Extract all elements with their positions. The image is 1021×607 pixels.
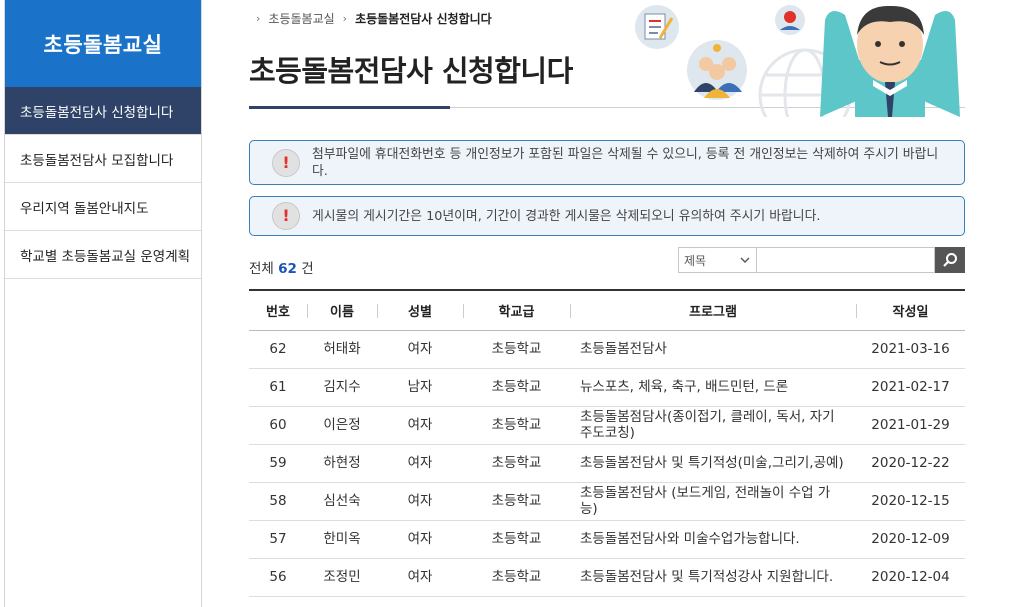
- search-input[interactable]: [757, 247, 935, 273]
- row-gender: 여자: [377, 520, 463, 559]
- notice-privacy: 첨부파일에 휴대전화번호 등 개인정보가 포함된 파일은 삭제될 수 있으니, …: [249, 140, 965, 185]
- row-school-level: 초등학교: [463, 330, 570, 369]
- total-number: 62: [278, 261, 297, 277]
- total-suffix: 건: [301, 261, 314, 277]
- document-icon: [635, 5, 679, 49]
- man-illustration: [820, 5, 960, 117]
- row-name: 조정민: [307, 558, 377, 597]
- row-program-link[interactable]: 초등돌봄전담사와 미술수업가능합니다.: [570, 520, 856, 559]
- row-name: 심선숙: [307, 482, 377, 521]
- row-gender: 남자: [377, 368, 463, 407]
- search-icon: [943, 253, 957, 267]
- table-row[interactable]: 62 허태화 여자 초등학교 초등돌봄전담사 2021-03-16: [249, 330, 965, 369]
- breadcrumb-separator-icon: ›: [342, 12, 348, 25]
- row-date: 2021-02-17: [856, 368, 965, 407]
- row-date: 2021-01-29: [856, 406, 965, 445]
- row-school-level: 초등학교: [463, 520, 570, 559]
- row-school-level: 초등학교: [463, 444, 570, 483]
- row-program-link[interactable]: 초등돌봄전담사 및 특기적성강사 지원합니다.: [570, 558, 856, 597]
- warning-icon: [272, 202, 300, 230]
- row-number: 62: [249, 330, 307, 369]
- search-button[interactable]: [935, 247, 965, 273]
- row-number: 59: [249, 444, 307, 483]
- row-number: 56: [249, 558, 307, 597]
- row-number: 58: [249, 482, 307, 521]
- person-icon: [775, 5, 805, 35]
- row-school-level: 초등학교: [463, 406, 570, 445]
- row-date: 2020-12-15: [856, 482, 965, 521]
- table-header-row: 번호 이름 성별 학교급 프로그램 작성일: [249, 289, 965, 331]
- row-school-level: 초등학교: [463, 482, 570, 521]
- breadcrumb: › 초등돌봄교실 › 초등돌봄전담사 신청합니다: [256, 10, 492, 27]
- total-prefix: 전체: [249, 261, 274, 277]
- column-header-number: 번호: [249, 289, 307, 331]
- warning-icon: [272, 148, 300, 177]
- table-row[interactable]: 61 김지수 남자 초등학교 뉴스포츠, 체육, 축구, 배드민턴, 드론 20…: [249, 368, 965, 407]
- row-number: 57: [249, 520, 307, 559]
- team-icon: [687, 40, 747, 100]
- total-count: 전체 62 건: [249, 257, 314, 277]
- row-number: 61: [249, 368, 307, 407]
- table-row[interactable]: 60 이은정 여자 초등학교 초등돌봄점담사(종이접기, 클레이, 독서, 자기…: [249, 406, 965, 445]
- notice-retention: 게시물의 게시기간은 10년이며, 기간이 경과한 게시물은 삭제되오니 유의하…: [249, 196, 965, 236]
- sidebar-title: 초등돌봄교실: [5, 0, 201, 87]
- row-program-link[interactable]: 초등돌봄전담사: [570, 330, 856, 369]
- row-date: 2020-12-22: [856, 444, 965, 483]
- row-date: 2021-03-16: [856, 330, 965, 369]
- row-name: 이은정: [307, 406, 377, 445]
- row-school-level: 초등학교: [463, 368, 570, 407]
- notice-text: 게시물의 게시기간은 10년이며, 기간이 경과한 게시물은 삭제되오니 유의하…: [312, 208, 821, 224]
- breadcrumb-separator-icon: ›: [256, 12, 261, 25]
- row-gender: 여자: [377, 558, 463, 597]
- row-name: 허태화: [307, 330, 377, 369]
- row-name: 한미옥: [307, 520, 377, 559]
- row-name: 김지수: [307, 368, 377, 407]
- search-field-value: 제목: [684, 253, 707, 268]
- row-date: 2020-12-09: [856, 520, 965, 559]
- row-gender: 여자: [377, 482, 463, 521]
- table-row[interactable]: 57 한미옥 여자 초등학교 초등돌봄전담사와 미술수업가능합니다. 2020-…: [249, 520, 965, 559]
- table-row[interactable]: 56 조정민 여자 초등학교 초등돌봄전담사 및 특기적성강사 지원합니다. 2…: [249, 558, 965, 597]
- row-program-link[interactable]: 초등돌봄전담사 (보드게임, 전래놀이 수업 가능): [570, 482, 856, 521]
- row-gender: 여자: [377, 330, 463, 369]
- column-header-date: 작성일: [856, 289, 965, 331]
- title-divider-accent: [249, 106, 450, 109]
- row-number: 60: [249, 406, 307, 445]
- row-program-link[interactable]: 초등돌봄전담사 및 특기적성(미술,그리기,공예): [570, 444, 856, 483]
- sidebar-item-apply[interactable]: 초등돌봄전담사 신청합니다: [5, 87, 201, 135]
- column-header-gender: 성별: [377, 289, 463, 331]
- breadcrumb-parent[interactable]: 초등돌봄교실: [268, 10, 334, 27]
- sidebar-item-recruit[interactable]: 초등돌봄전담사 모집합니다: [5, 135, 201, 183]
- sidebar-item-care-map[interactable]: 우리지역 돌봄안내지도: [5, 183, 201, 231]
- row-gender: 여자: [377, 406, 463, 445]
- row-program-link[interactable]: 뉴스포츠, 체육, 축구, 배드민턴, 드론: [570, 368, 856, 407]
- table-row[interactable]: 59 하현정 여자 초등학교 초등돌봄전담사 및 특기적성(미술,그리기,공예)…: [249, 444, 965, 483]
- row-date: 2020-12-04: [856, 558, 965, 597]
- header-illustration: [630, 0, 970, 117]
- column-header-program: 프로그램: [570, 289, 856, 331]
- row-name: 하현정: [307, 444, 377, 483]
- chevron-down-icon: [740, 257, 750, 263]
- sidebar-item-school-plans[interactable]: 학교별 초등돌봄교실 운영계획: [5, 231, 201, 279]
- sidebar: 초등돌봄교실 초등돌봄전담사 신청합니다 초등돌봄전담사 모집합니다 우리지역 …: [4, 0, 202, 607]
- page-title: 초등돌봄전담사 신청합니다: [249, 54, 573, 88]
- notice-text: 첨부파일에 휴대전화번호 등 개인정보가 포함된 파일은 삭제될 수 있으니, …: [312, 146, 939, 179]
- table-row[interactable]: 58 심선숙 여자 초등학교 초등돌봄전담사 (보드게임, 전래놀이 수업 가능…: [249, 482, 965, 521]
- applicant-table: 번호 이름 성별 학교급 프로그램 작성일 62 허태화 여자 초등학교 초등돌…: [249, 289, 965, 597]
- column-header-name: 이름: [307, 289, 377, 331]
- row-gender: 여자: [377, 444, 463, 483]
- row-school-level: 초등학교: [463, 558, 570, 597]
- row-program-link[interactable]: 초등돌봄점담사(종이접기, 클레이, 독서, 자기주도코칭): [570, 406, 856, 445]
- search-field-select[interactable]: 제목: [678, 247, 757, 273]
- breadcrumb-current: 초등돌봄전담사 신청합니다: [355, 12, 492, 26]
- column-header-school-level: 학교급: [463, 289, 570, 331]
